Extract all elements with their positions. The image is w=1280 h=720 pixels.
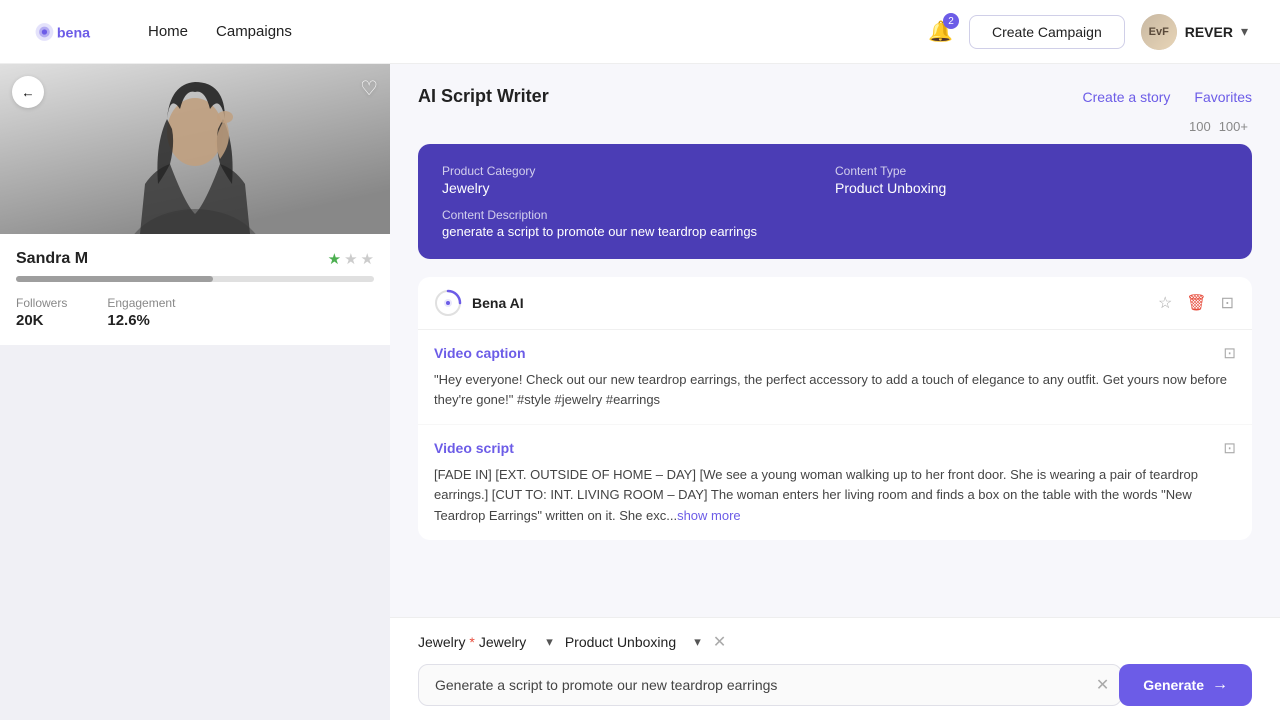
script-header-actions: Create a story Favorites	[1082, 89, 1252, 105]
progress-bar	[16, 276, 213, 282]
back-arrow-icon: ←	[21, 85, 34, 100]
rating-stars: ★ ★ ★	[328, 250, 374, 268]
influencer-info: Sandra M ★ ★ ★ Followers 20K	[0, 234, 390, 345]
content-type-select-wrap: Product Unboxing Tutorial Review ▾	[565, 634, 701, 650]
page-current: 100	[1189, 119, 1211, 134]
favorite-button[interactable]: ♡	[360, 76, 378, 101]
navbar: bena Home Campaigns 🔔 2 Create Campaign …	[0, 0, 1280, 64]
ai-spinner-icon	[434, 289, 462, 317]
content-type-value: Product Unboxing	[835, 180, 1228, 196]
notification-bell[interactable]: 🔔 2	[928, 19, 953, 44]
delete-button[interactable]: 🗑	[1184, 291, 1208, 315]
influencer-name: Sandra M	[16, 250, 88, 268]
generate-arrow-icon: →	[1212, 676, 1228, 694]
generate-label: Generate	[1143, 677, 1204, 693]
engagement-value: 12.6%	[107, 312, 175, 329]
chevron-down-icon: ▾	[1241, 23, 1248, 40]
content-desc-value: generate a script to promote our new tea…	[442, 224, 1228, 239]
create-story-link[interactable]: Create a story	[1082, 89, 1170, 105]
engagement-label: Engagement	[107, 296, 175, 310]
stats-row: Followers 20K Engagement 12.6%	[16, 296, 374, 329]
pagination-row: 100 100+	[418, 119, 1252, 134]
nav-left: bena Home Campaigns	[32, 16, 292, 48]
star-2: ★	[344, 250, 357, 268]
generate-button[interactable]: Generate →	[1119, 664, 1252, 706]
notification-badge: 2	[943, 13, 959, 29]
info-card-grid: Product Category Jewelry Content Type Pr…	[442, 164, 1228, 196]
user-menu[interactable]: EvF REVER ▾	[1141, 14, 1248, 50]
ai-block-header: Bena AI ☆ 🗑 ⊡	[418, 277, 1252, 330]
script-writer-header: AI Script Writer Create a story Favorite…	[390, 64, 1280, 107]
influencer-name-row: Sandra M ★ ★ ★	[16, 250, 374, 268]
nav-right: 🔔 2 Create Campaign EvF REVER ▾	[928, 14, 1248, 50]
product-category-label: Product Category	[442, 164, 835, 178]
product-category-value: Jewelry	[442, 180, 835, 196]
star-button[interactable]: ☆	[1156, 291, 1174, 315]
caption-text: "Hey everyone! Check out our new teardro…	[434, 370, 1236, 410]
clear-input-button[interactable]: ✕	[1096, 675, 1109, 695]
user-name: REVER	[1185, 24, 1233, 40]
page-total: 100+	[1219, 119, 1248, 134]
bottom-input-row: ✕ Generate →	[418, 664, 1252, 706]
script-header-inner: Video script ⊡	[434, 439, 1236, 457]
back-button[interactable]: ←	[12, 76, 44, 108]
video-script-section: Video script ⊡ [FADE IN] [EXT. OUTSIDE O…	[418, 425, 1252, 539]
heart-icon: ♡	[360, 78, 378, 100]
category-label: Jewelry *	[418, 634, 475, 650]
category-select[interactable]: Jewelry Fashion Beauty	[479, 634, 553, 650]
content-type-select[interactable]: Product Unboxing Tutorial Review	[565, 634, 701, 650]
left-panel: ← ♡ Sandra M ★ ★ ★	[0, 64, 390, 720]
ai-action-buttons: ☆ 🗑 ⊡	[1156, 291, 1236, 315]
bottom-selects: Jewelry * Jewelry Fashion Beauty ▾ Produ…	[418, 632, 1252, 652]
logo[interactable]: bena	[32, 16, 112, 48]
clear-selections-button[interactable]: ✕	[713, 632, 726, 652]
caption-title: Video caption	[434, 345, 526, 361]
nav-home[interactable]: Home	[148, 23, 188, 40]
content-type-item: Content Type Product Unboxing	[835, 164, 1228, 196]
influencer-card: ← ♡ Sandra M ★ ★ ★	[0, 64, 390, 345]
favorites-link[interactable]: Favorites	[1194, 89, 1252, 105]
right-panel: AI Script Writer Create a story Favorite…	[390, 64, 1280, 720]
show-more-link[interactable]: show more	[677, 508, 741, 523]
influencer-photo	[0, 64, 390, 234]
video-caption-section: Video caption ⊡ "Hey everyone! Check out…	[418, 330, 1252, 425]
script-writer-title: AI Script Writer	[418, 86, 549, 107]
script-text: [FADE IN] [EXT. OUTSIDE OF HOME – DAY] […	[434, 465, 1236, 525]
script-title: Video script	[434, 440, 514, 456]
star-1: ★	[328, 250, 341, 268]
ai-identity: Bena AI	[434, 289, 524, 317]
followers-value: 20K	[16, 312, 67, 329]
main-layout: ← ♡ Sandra M ★ ★ ★	[0, 64, 1280, 720]
svg-text:bena: bena	[57, 25, 90, 41]
caption-header: Video caption ⊡	[434, 344, 1236, 362]
nav-campaigns[interactable]: Campaigns	[216, 23, 292, 40]
create-campaign-button[interactable]: Create Campaign	[969, 15, 1125, 49]
followers-label: Followers	[16, 296, 67, 310]
engagement-stat: Engagement 12.6%	[107, 296, 175, 329]
prompt-input[interactable]	[418, 664, 1122, 706]
content-description-item: Content Description generate a script to…	[442, 208, 1228, 239]
required-star: *	[465, 634, 474, 650]
expand-button[interactable]: ⊡	[1219, 291, 1236, 315]
copy-script-button[interactable]: ⊡	[1223, 439, 1236, 457]
nav-links: Home Campaigns	[148, 23, 292, 40]
ai-name-label: Bena AI	[472, 295, 524, 311]
star-3: ★	[361, 250, 374, 268]
followers-stat: Followers 20K	[16, 296, 67, 329]
bottom-bar: Jewelry * Jewelry Fashion Beauty ▾ Produ…	[390, 617, 1280, 720]
avatar-initials: EvF	[1141, 14, 1177, 50]
copy-caption-button[interactable]: ⊡	[1223, 344, 1236, 362]
avatar: EvF	[1141, 14, 1177, 50]
content-desc-label: Content Description	[442, 208, 1228, 222]
ai-response-block: Bena AI ☆ 🗑 ⊡ Video caption ⊡ "Hey every…	[418, 277, 1252, 540]
script-content: 100 100+ Product Category Jewelry Conten…	[390, 107, 1280, 617]
info-card: Product Category Jewelry Content Type Pr…	[418, 144, 1252, 259]
influencer-image-wrap: ← ♡	[0, 64, 390, 234]
progress-bar-wrap	[16, 276, 374, 282]
content-type-label: Content Type	[835, 164, 1228, 178]
product-category-item: Product Category Jewelry	[442, 164, 835, 196]
category-select-wrap: Jewelry * Jewelry Fashion Beauty ▾	[418, 634, 553, 650]
